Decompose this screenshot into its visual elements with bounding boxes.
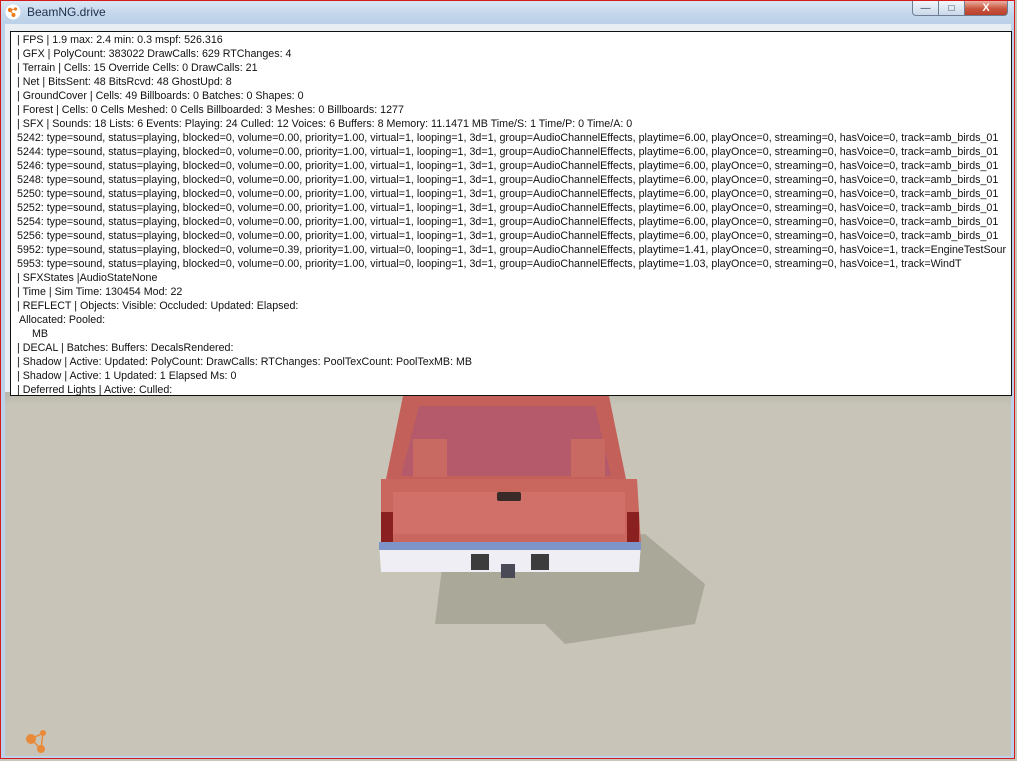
close-icon: X: [982, 2, 990, 14]
sound-entry: 5250: type=sound, status=playing, blocke…: [17, 188, 999, 200]
sound-entry: 5252: type=sound, status=playing, blocke…: [17, 202, 999, 214]
bed-box-left: [413, 439, 447, 477]
shadow-line: | Shadow | Active: Updated: PolyCount: D…: [17, 356, 473, 368]
maximize-button[interactable]: □: [938, 1, 964, 16]
taillight-left: [381, 512, 393, 542]
forest-line: | Forest | Cells: 0 Cells Meshed: 0 Cell…: [17, 104, 404, 116]
close-button[interactable]: X: [964, 1, 1008, 16]
sound-entry: 5242: type=sound, status=playing, blocke…: [17, 132, 999, 144]
sound-entry: 5254: type=sound, status=playing, blocke…: [17, 216, 999, 228]
exhaust-right: [531, 554, 549, 570]
reflect-line: | REFLECT | Objects: Visible: Occluded: …: [17, 300, 299, 312]
sfxstates-line: | SFXStates |AudioStateNone: [17, 272, 158, 284]
bumper-stripe: [379, 542, 641, 550]
caption-buttons: — □ X: [912, 1, 1008, 17]
terrain-line: | Terrain | Cells: 15 Override Cells: 0 …: [17, 62, 258, 74]
shadow-line-2: | Shadow | Active: 1 Updated: 1 Elapsed …: [17, 370, 237, 382]
beamng-logo-icon: [5, 4, 21, 20]
tow-hitch: [501, 564, 515, 578]
sound-entry: 5248: type=sound, status=playing, blocke…: [17, 174, 999, 186]
gfx-line: | GFX | PolyCount: 383022 DrawCalls: 629…: [17, 48, 292, 60]
world-editor-icon[interactable]: [23, 727, 53, 755]
title-bar[interactable]: BeamNG.drive — □ X: [1, 1, 1014, 23]
debug-stats-overlay: | FPS | 1.9 max: 2.4 min: 0.3 mspf: 526.…: [10, 31, 1012, 396]
bed-box-right: [571, 439, 605, 477]
sound-entry: 5256: type=sound, status=playing, blocke…: [17, 230, 999, 242]
groundcover-line: | GroundCover | Cells: 49 Billboards: 0 …: [17, 90, 304, 102]
exhaust-left: [471, 554, 489, 570]
time-line: | Time | Sim Time: 130454 Mod: 22: [17, 286, 183, 298]
sound-entry: 5953: type=sound, status=playing, blocke…: [17, 258, 962, 270]
tailgate-handle: [497, 492, 521, 501]
reflect-allocated-line: Allocated: Pooled:: [19, 314, 106, 326]
minimize-button[interactable]: —: [912, 1, 938, 16]
taillight-right: [627, 512, 639, 542]
sound-entry: 5244: type=sound, status=playing, blocke…: [17, 146, 999, 158]
net-line: | Net | BitsSent: 48 BitsRcvd: 48 GhostU…: [17, 76, 232, 88]
minimize-icon: —: [920, 2, 931, 14]
deferred-lights-line: | Deferred Lights | Active: Culled:: [17, 384, 173, 396]
sound-entry: 5952: type=sound, status=playing, blocke…: [17, 244, 1007, 256]
sfx-line: | SFX | Sounds: 18 Lists: 6 Events: Play…: [17, 118, 633, 130]
fps-line: | FPS | 1.9 max: 2.4 min: 0.3 mspf: 526.…: [17, 34, 223, 46]
decal-line: | DECAL | Batches: Buffers: DecalsRender…: [17, 342, 234, 354]
reflect-mb-line: MB: [32, 328, 49, 340]
sound-entry: 5246: type=sound, status=playing, blocke…: [17, 160, 999, 172]
window-title: BeamNG.drive: [27, 5, 106, 19]
maximize-icon: □: [948, 2, 955, 14]
